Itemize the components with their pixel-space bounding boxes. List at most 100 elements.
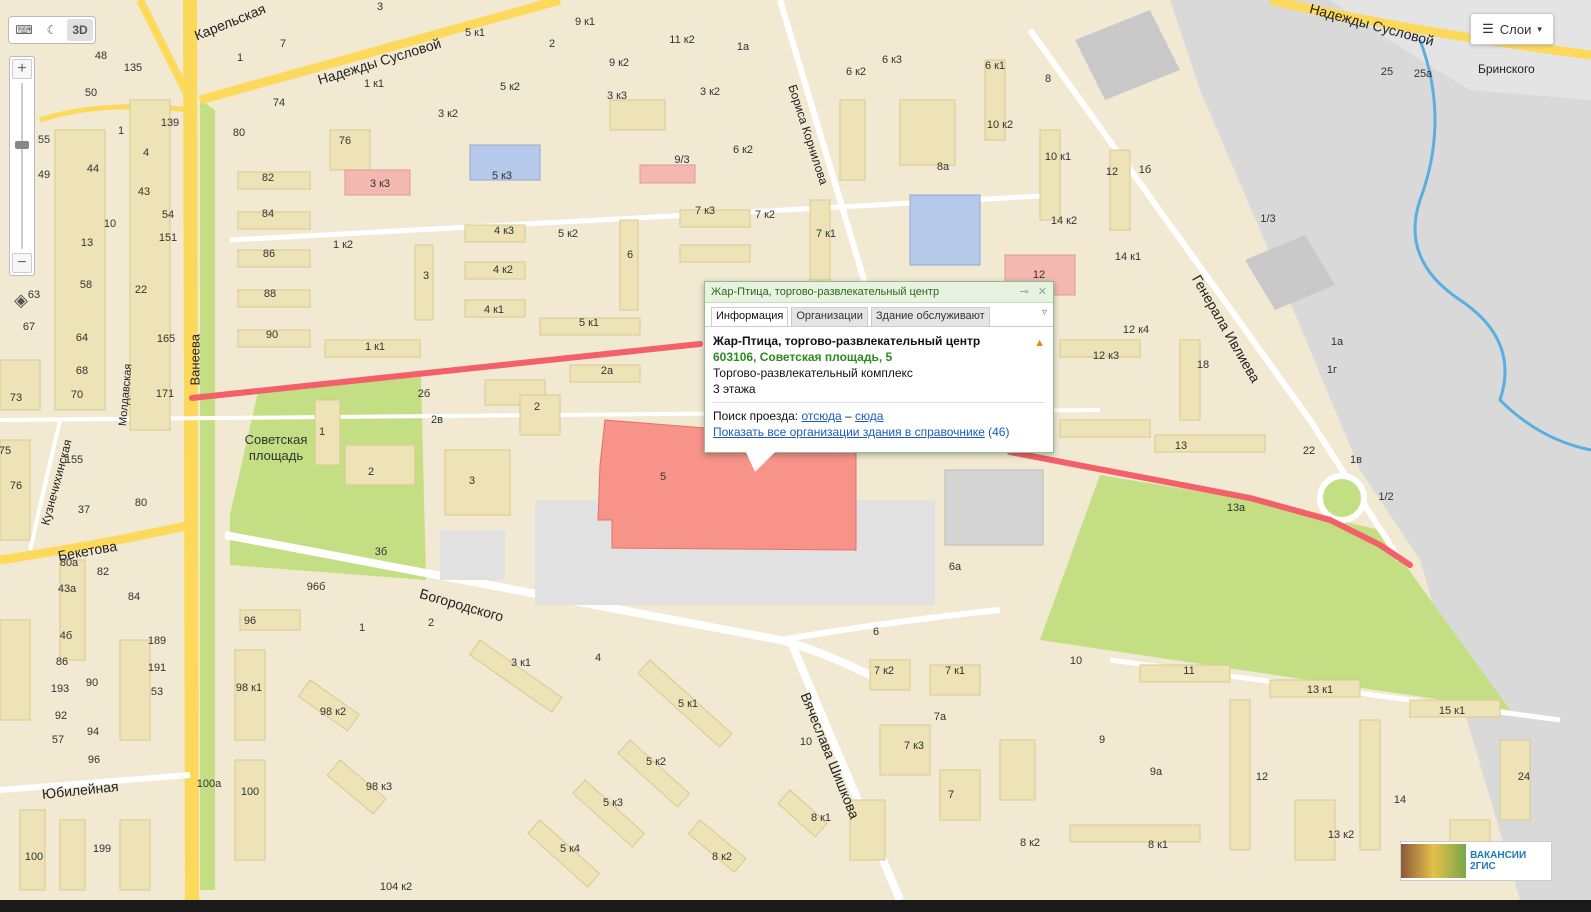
- house-number-label: 1: [117, 125, 125, 137]
- house-number-label: 10 к2: [986, 119, 1014, 131]
- house-number-label: 12: [1255, 771, 1269, 783]
- promo-image: [1401, 844, 1467, 878]
- house-number-label: 25а: [1413, 68, 1433, 80]
- house-number-label: 12: [1032, 269, 1046, 281]
- house-number-label: 13а: [1226, 502, 1246, 514]
- house-number-label: 11: [1183, 665, 1195, 677]
- house-number-label: 5 к2: [557, 228, 579, 240]
- route-search: Поиск проезда: отсюда – сюда: [713, 408, 1045, 424]
- place-type: Торгово-развлекательный комплекс: [713, 366, 913, 380]
- house-number-label: 3б: [374, 546, 388, 558]
- house-number-label: 76: [9, 480, 23, 492]
- house-number-label: 7 к1: [815, 228, 837, 240]
- house-number-label: 2б: [417, 388, 431, 400]
- route-to-link[interactable]: сюда: [855, 409, 883, 423]
- house-number-label: 80: [134, 497, 148, 509]
- compass-icon[interactable]: ◈: [10, 290, 32, 318]
- house-number-label: 84: [127, 591, 141, 603]
- close-icon[interactable]: ✕: [1038, 286, 1047, 298]
- house-number-label: 1: [318, 426, 326, 438]
- house-number-label: 82: [261, 172, 275, 184]
- house-number-label: 6: [626, 249, 634, 261]
- house-number-label: 5: [659, 471, 667, 483]
- house-number-label: 13: [80, 237, 94, 249]
- house-number-label: 10: [1069, 655, 1083, 667]
- house-number-label: 98 к2: [319, 706, 347, 718]
- house-number-label: 11 к2: [669, 34, 695, 46]
- house-number-label: 5 к2: [499, 81, 521, 93]
- zoom-track[interactable]: [21, 83, 23, 249]
- route-from-link[interactable]: отсюда: [801, 409, 841, 423]
- promo-label: ВАКАНСИИ 2ГИС: [1470, 850, 1527, 872]
- house-number-label: 13 к1: [1306, 684, 1334, 696]
- house-number-label: 64: [75, 332, 89, 344]
- house-number-label: 8а: [936, 161, 950, 173]
- zoom-slider-thumb[interactable]: [15, 141, 29, 149]
- warning-icon[interactable]: ▲: [1034, 335, 1045, 351]
- house-number-label: 43а: [57, 583, 77, 595]
- house-number-label: 104 к2: [379, 881, 413, 893]
- place-address: 603106, Советская площадь, 5: [713, 350, 893, 364]
- house-number-label: 14 к2: [1050, 215, 1078, 227]
- house-number-label: 49: [37, 169, 51, 181]
- house-number-label: 96: [243, 615, 257, 627]
- house-number-label: 43: [137, 186, 151, 198]
- house-number-label: 9 к2: [608, 57, 630, 69]
- house-number-label: 10 к1: [1044, 151, 1072, 163]
- mode-3d-button[interactable]: 3D: [67, 19, 93, 41]
- house-number-label: 135: [123, 62, 143, 74]
- house-number-label: 1 к2: [332, 239, 354, 251]
- house-number-label: 24: [1517, 771, 1531, 783]
- house-number-label: 6 к2: [732, 144, 754, 156]
- house-number-label: 13 к2: [1327, 829, 1355, 841]
- tab-information[interactable]: Информация: [711, 307, 789, 326]
- house-number-label: 6а: [948, 561, 962, 573]
- place-name: Жар-Птица, торгово-развлекательный центр: [713, 334, 981, 348]
- house-number-label: 48: [94, 50, 108, 62]
- house-number-label: 4: [594, 652, 602, 664]
- house-number-label: 76: [338, 135, 352, 147]
- layers-label: Слои: [1499, 21, 1532, 37]
- tab-building-service[interactable]: Здание обслуживают: [870, 307, 990, 326]
- house-number-label: 3 к3: [606, 90, 628, 102]
- house-number-label: 1: [236, 52, 244, 64]
- house-number-label: 22: [134, 284, 148, 296]
- layers-button[interactable]: ☰ Слои ▾: [1470, 13, 1554, 45]
- house-number-label: 8 к2: [711, 851, 733, 863]
- pin-icon[interactable]: ⊸: [1020, 286, 1029, 298]
- house-number-label: 74: [272, 97, 286, 109]
- moon-icon[interactable]: ☾: [39, 19, 65, 41]
- house-number-label: 84: [261, 208, 275, 220]
- house-number-label: 4 к2: [492, 264, 514, 276]
- house-number-label: 12: [1105, 166, 1119, 178]
- popup-pointer: [745, 450, 777, 472]
- show-all-organizations-link[interactable]: Показать все организации здания в справо…: [713, 425, 985, 439]
- house-number-label: 6 к1: [984, 60, 1006, 72]
- house-number-label: 73: [9, 392, 23, 404]
- zoom-in-button[interactable]: +: [12, 59, 32, 79]
- house-number-label: 6 к3: [881, 54, 903, 66]
- keyboard-icon[interactable]: ⌨: [11, 19, 37, 41]
- house-number-label: 5 к1: [677, 698, 699, 710]
- house-number-label: 6: [872, 626, 880, 638]
- house-number-label: 9а: [1149, 766, 1163, 778]
- house-number-label: 90: [265, 329, 279, 341]
- house-number-label: 3 к2: [699, 86, 721, 98]
- chevron-down-icon[interactable]: ▿: [1042, 307, 1047, 326]
- street-brinskogo: Бринского: [1478, 62, 1535, 76]
- house-number-label: 5 к1: [464, 27, 486, 39]
- house-number-label: 2: [367, 466, 375, 478]
- zoom-control: + −: [9, 56, 35, 276]
- zoom-out-button[interactable]: −: [12, 253, 32, 273]
- house-number-label: 70: [70, 389, 84, 401]
- house-number-label: 4б: [59, 630, 73, 642]
- house-number-label: 15 к1: [1438, 705, 1466, 717]
- house-number-label: 100а: [196, 778, 222, 790]
- vacancies-promo[interactable]: ВАКАНСИИ 2ГИС: [1400, 841, 1552, 881]
- house-number-label: 100: [240, 786, 260, 798]
- house-number-label: 8 к1: [1147, 839, 1169, 851]
- chevron-down-icon: ▾: [1537, 23, 1542, 34]
- tab-organizations[interactable]: Организации: [791, 307, 868, 326]
- info-popup: Жар-Птица, торгово-развлекательный центр…: [704, 281, 1054, 472]
- house-number-label: 5 к3: [602, 797, 624, 809]
